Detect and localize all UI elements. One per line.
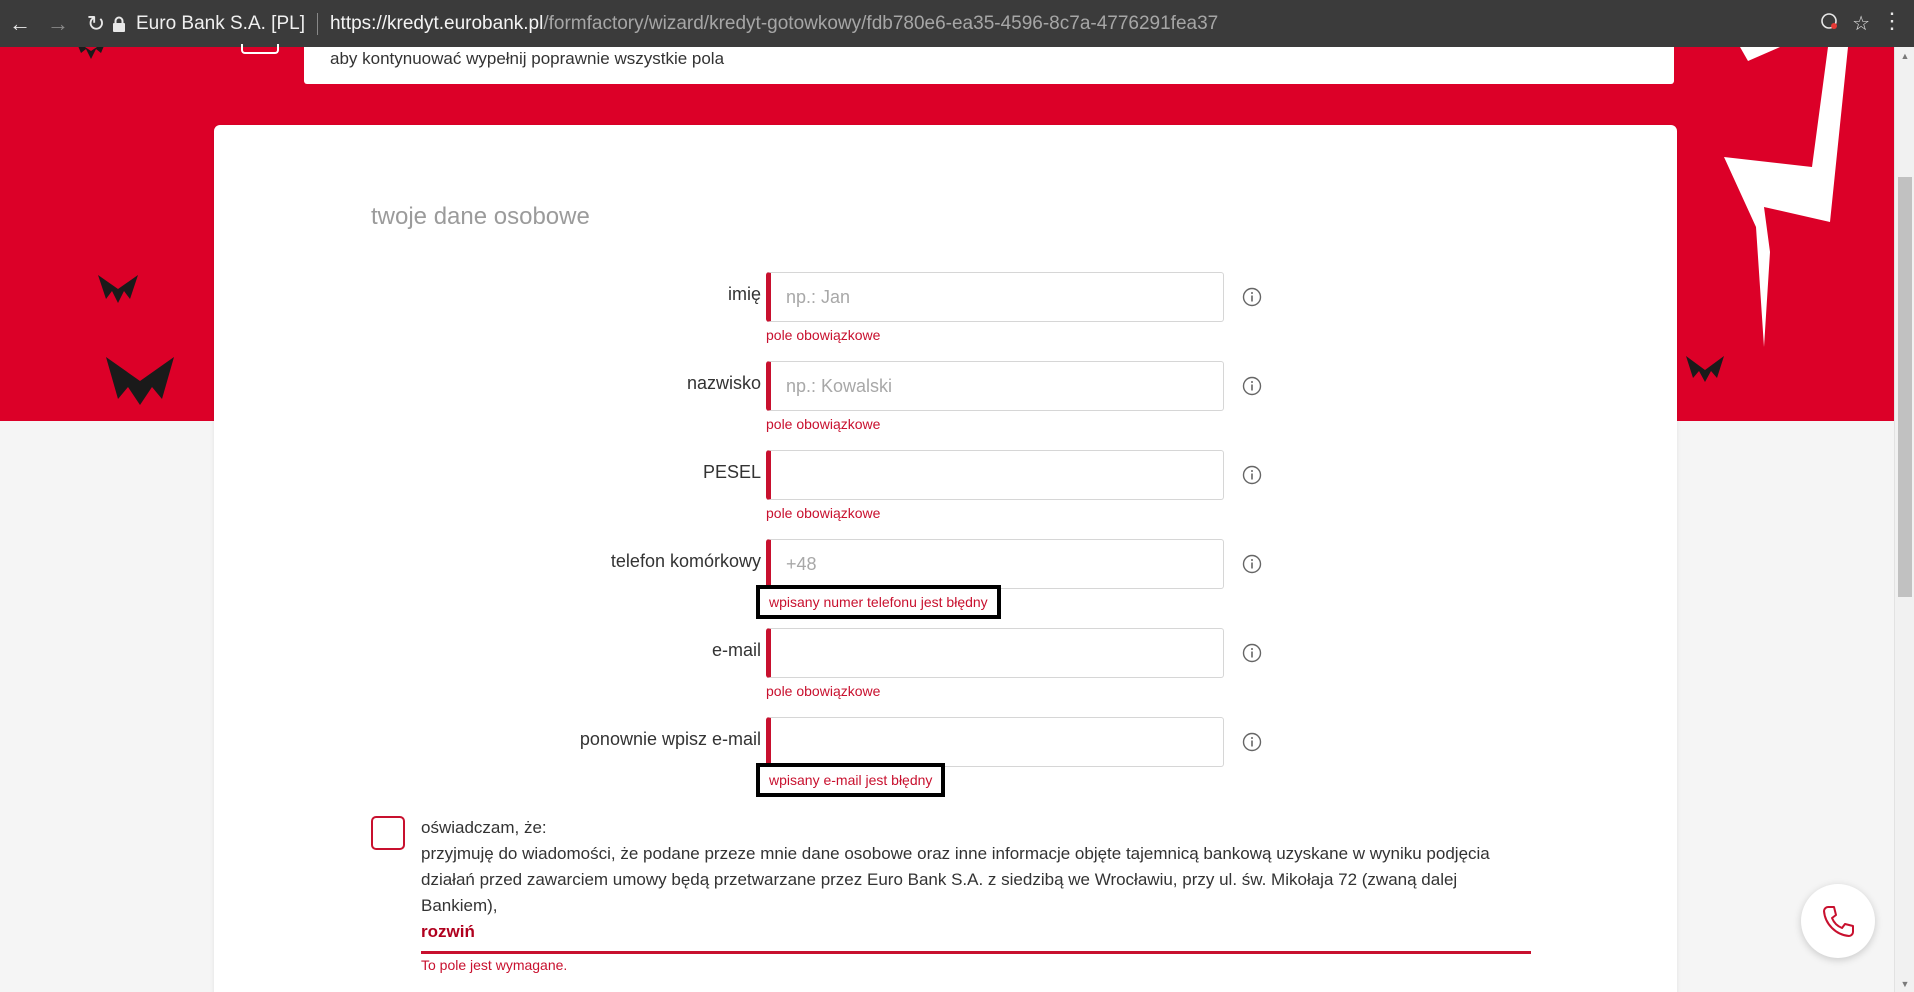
last-name-input[interactable] — [766, 361, 1224, 411]
section-title: twoje dane osobowe — [371, 203, 590, 230]
info-icon[interactable] — [1242, 376, 1262, 396]
bat-decoration-icon — [106, 357, 174, 405]
field-error-highlighted: wpisany e-mail jest błędny — [756, 763, 946, 797]
bat-decoration-icon — [1686, 356, 1724, 382]
consent-checkbox[interactable] — [371, 816, 405, 850]
consent-error: To pole jest wymagane. — [421, 957, 568, 973]
email-input[interactable] — [766, 628, 1224, 678]
field-label: e-mail — [711, 640, 761, 660]
field-row-pesel: PESEL pole obowiązkowe — [214, 450, 1677, 521]
phone-icon — [1823, 906, 1854, 937]
pesel-input[interactable] — [766, 450, 1224, 500]
info-icon[interactable] — [1242, 554, 1262, 574]
field-row-email: e-mail pole obowiązkowe — [214, 628, 1677, 699]
field-label: nazwisko — [686, 373, 761, 393]
field-error: pole obowiązkowe — [766, 683, 881, 699]
field-error: pole obowiązkowe — [766, 505, 881, 521]
notice-text: aby kontynuować wypełnij poprawnie wszys… — [330, 49, 725, 68]
field-row-last-name: nazwisko pole obowiązkowe — [214, 361, 1677, 432]
form-card: twoje dane osobowe imię pole obowiązkowe… — [214, 125, 1677, 992]
bat-decoration-icon — [98, 275, 138, 303]
page-scrollbar[interactable]: ▲ ▼ — [1894, 47, 1914, 992]
scroll-up-arrow-icon[interactable]: ▲ — [1899, 51, 1911, 61]
browser-menu-icon[interactable]: ⋮ — [1880, 8, 1904, 34]
call-button[interactable] — [1801, 884, 1875, 958]
info-icon[interactable] — [1242, 287, 1262, 307]
forward-icon[interactable]: → — [40, 6, 76, 42]
divider — [316, 12, 318, 35]
lock-icon — [112, 16, 126, 32]
consent-text: oświadczam, że: przyjmuję do wiadomości,… — [421, 818, 1490, 915]
bookmark-star-icon[interactable]: ☆ — [1852, 11, 1870, 36]
info-icon[interactable] — [1242, 643, 1262, 663]
translate-icon[interactable] — [1820, 12, 1838, 36]
email-confirm-input[interactable] — [766, 717, 1224, 767]
field-error: pole obowiązkowe — [766, 327, 881, 343]
field-row-email-confirm: ponownie wpisz e-mail wpisany e-mail jes… — [214, 717, 1677, 797]
address-bar[interactable]: Euro Bank S.A. [PL] https://kredyt.eurob… — [112, 6, 1870, 41]
field-label: PESEL — [702, 462, 761, 482]
consent-expand-link[interactable]: rozwiń — [421, 922, 475, 942]
reload-icon[interactable]: ↻ — [78, 6, 114, 42]
field-label: ponownie wpisz e-mail — [579, 729, 761, 749]
field-label: imię — [727, 284, 761, 304]
lightning-decoration-icon — [1724, 47, 1848, 347]
validation-notice: aby kontynuować wypełnij poprawnie wszys… — [304, 47, 1674, 84]
field-label: telefon komórkowy — [610, 551, 761, 571]
field-error-highlighted: wpisany numer telefonu jest błędny — [756, 585, 1001, 619]
url-host: https://kredyt.eurobank.pl — [329, 12, 544, 34]
info-icon[interactable] — [1242, 732, 1262, 752]
bat-decoration-icon — [78, 47, 104, 59]
field-error: pole obowiązkowe — [766, 416, 881, 432]
scroll-down-arrow-icon[interactable]: ▼ — [1899, 979, 1911, 989]
field-row-phone: telefon komórkowy wpisany numer telefonu… — [214, 539, 1677, 619]
browser-toolbar: ← → ↻ Euro Bank S.A. [PL] https://kredyt… — [0, 0, 1914, 47]
back-icon[interactable]: ← — [2, 6, 38, 42]
consent-error-line — [421, 951, 1531, 954]
first-name-input[interactable] — [766, 272, 1224, 322]
notice-checkbox-edge — [241, 44, 279, 54]
phone-input[interactable] — [766, 539, 1224, 589]
info-icon[interactable] — [1242, 465, 1262, 485]
site-identity: Euro Bank S.A. [PL] — [136, 12, 305, 34]
scroll-thumb[interactable] — [1898, 177, 1912, 597]
field-row-first-name: imię pole obowiązkowe — [214, 272, 1677, 343]
url-path: /formfactory/wizard/kredyt-gotowkowy/fdb… — [543, 12, 1219, 34]
